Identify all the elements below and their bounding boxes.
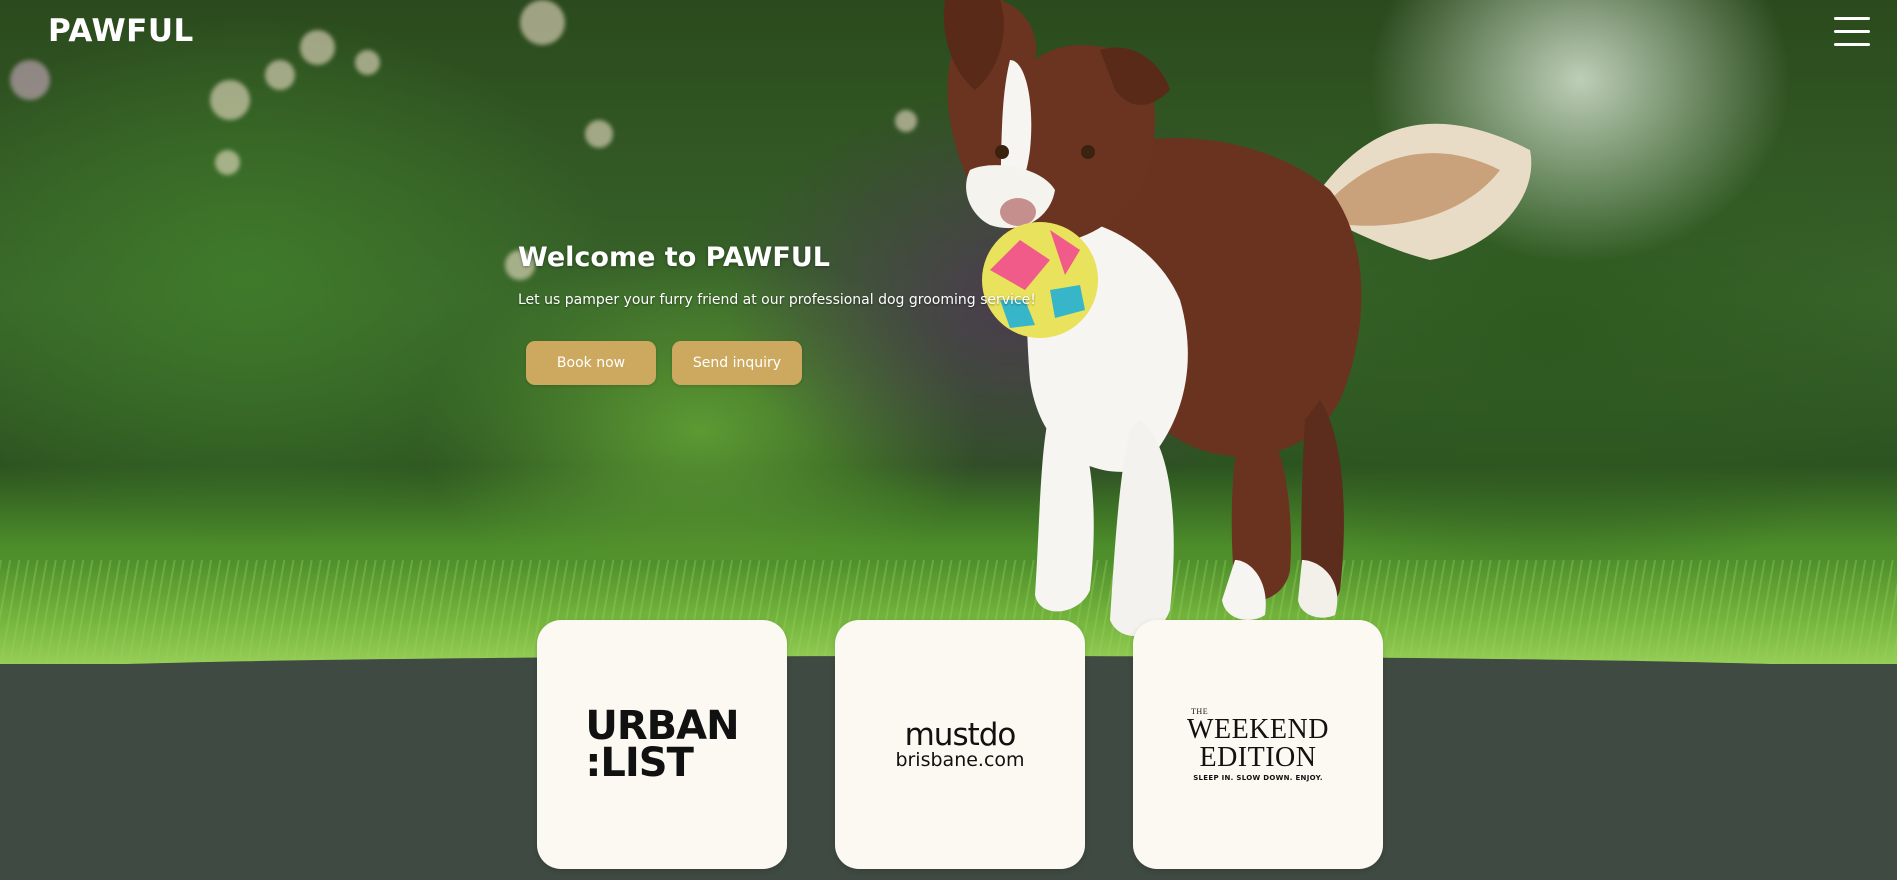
press-card-mustdo[interactable]: mustdo brisbane.com xyxy=(835,620,1085,869)
bokeh-light xyxy=(520,0,565,45)
bokeh-light xyxy=(585,120,613,148)
logo-text: URBAN xyxy=(585,702,739,749)
bokeh-light xyxy=(215,150,240,175)
send-inquiry-button[interactable]: Send inquiry xyxy=(672,341,802,385)
press-card-urban-list[interactable]: URBAN :LIST xyxy=(537,620,787,869)
bokeh-light xyxy=(10,60,50,100)
bokeh-light xyxy=(265,60,295,90)
logo-tagline: SLEEP IN. SLOW DOWN. ENJOY. xyxy=(1193,774,1323,782)
logo-text: :LIST xyxy=(585,739,693,786)
brand-logo[interactable]: PAWFUL xyxy=(48,13,194,49)
menu-line xyxy=(1834,17,1870,20)
mustdo-brisbane-logo: mustdo brisbane.com xyxy=(895,716,1025,771)
press-card-weekend-edition[interactable]: THE WEEKEND EDITION SLEEP IN. SLOW DOWN.… xyxy=(1133,620,1383,869)
logo-text: WEEKEND xyxy=(1187,714,1329,745)
bokeh-light xyxy=(210,80,250,120)
urban-list-logo: URBAN :LIST xyxy=(585,702,739,786)
bokeh-light xyxy=(895,110,917,132)
bokeh-light xyxy=(300,30,335,65)
bokeh-light xyxy=(355,50,380,75)
book-now-button[interactable]: Book now xyxy=(526,341,656,385)
weekend-edition-logo: THE WEEKEND EDITION SLEEP IN. SLOW DOWN.… xyxy=(1187,707,1329,782)
dog-illustration xyxy=(943,0,1532,637)
menu-line xyxy=(1834,30,1870,33)
hamburger-menu-icon[interactable] xyxy=(1834,15,1870,49)
hero-background xyxy=(0,0,1897,665)
hero-title: Welcome to PAWFUL xyxy=(518,242,830,273)
logo-text: EDITION xyxy=(1199,742,1317,773)
logo-text: mustdo xyxy=(904,716,1017,753)
menu-line xyxy=(1834,43,1870,46)
hero-subtitle: Let us pamper your furry friend at our p… xyxy=(518,292,1036,308)
logo-text: brisbane.com xyxy=(895,748,1025,771)
